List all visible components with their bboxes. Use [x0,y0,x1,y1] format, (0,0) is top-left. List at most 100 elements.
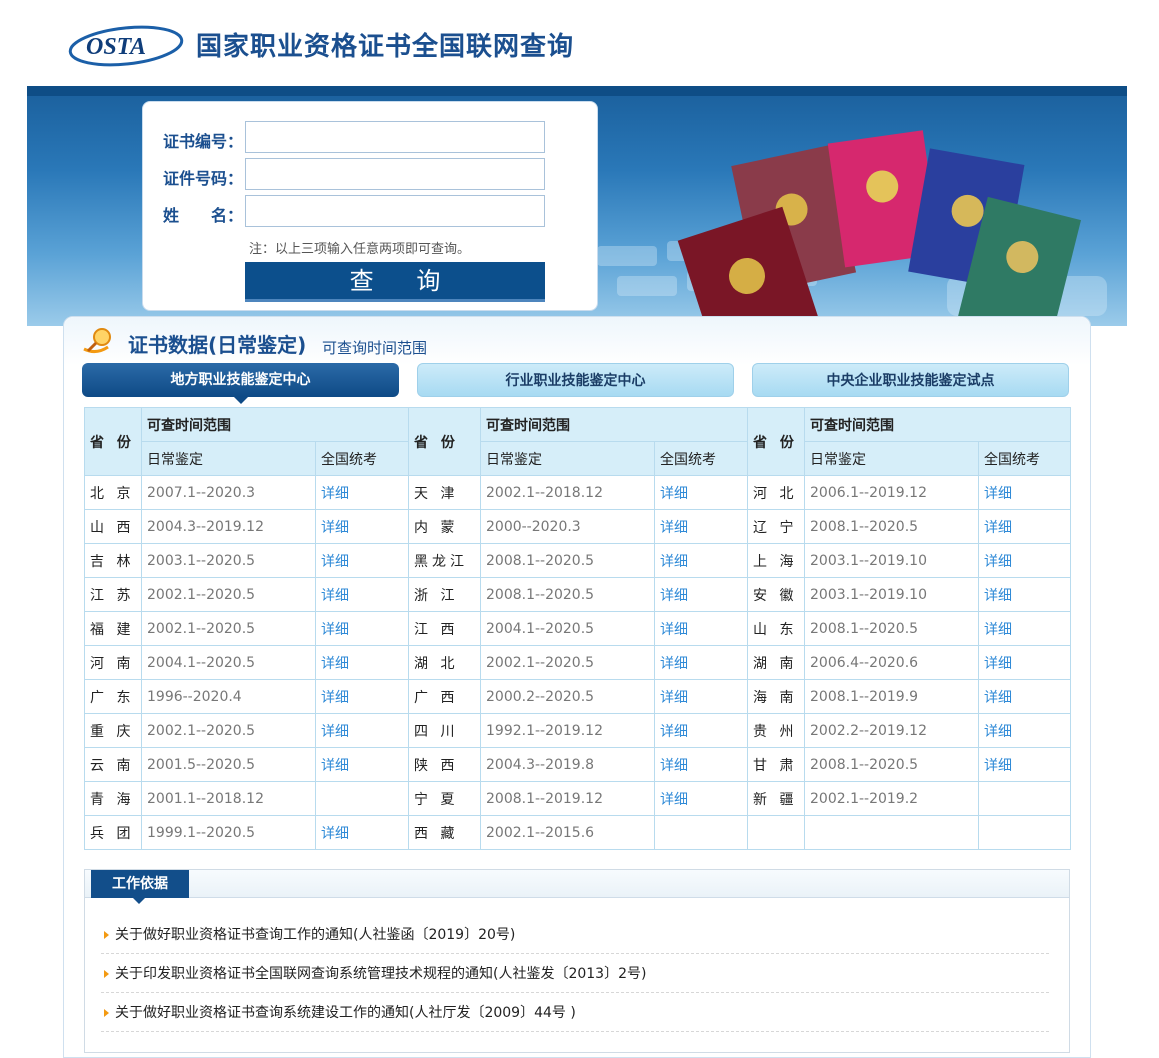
table-body: 北 京 2007.1--2020.3 详细天 津 2002.1--2018.12 详细河… [84,475,1071,850]
detail-link[interactable]: 详细 [978,509,1071,544]
detail-link[interactable]: 详细 [654,747,748,782]
province-header: 省 份 [84,407,142,476]
daily-range-cell: 2002.1--2015.6 [480,815,655,850]
daily-range-cell: 2003.1--2019.10 [804,577,979,612]
daily-header: 日常鉴定 [141,441,316,476]
daily-range-cell: 2004.1--2020.5 [141,645,316,680]
province-cell: 山 东 [747,611,805,646]
detail-link[interactable]: 详细 [315,679,409,714]
daily-range-cell: 2004.3--2019.12 [141,509,316,544]
detail-link [315,781,409,816]
daily-range-cell: 1992.1--2019.12 [480,713,655,748]
table-row: 重 庆 2002.1--2020.5 详细四 川 1992.1--2019.12 详细贵… [84,713,1071,748]
daily-range-cell: 2003.1--2020.5 [141,543,316,578]
active-tab-pointer [234,397,248,404]
basis-link-2[interactable]: 关于印发职业资格证书全国联网查询系统管理技术规程的通知(人社鉴发〔2013〕2号… [101,955,1049,993]
id-no-input[interactable] [245,158,545,190]
table-row: 江 苏 2002.1--2020.5 详细浙 江 2008.1--2020.5 详细安 … [84,577,1071,612]
daily-range-cell: 1996--2020.4 [141,679,316,714]
detail-link[interactable]: 详细 [654,645,748,680]
national-header: 全国统考 [978,441,1071,476]
detail-link[interactable]: 详细 [654,543,748,578]
detail-link[interactable]: 详细 [315,577,409,612]
table-row: 兵 团 1999.1--2020.5 详细西 藏 2002.1--2015.6 [84,815,1071,850]
detail-link[interactable]: 详细 [978,713,1071,748]
query-range-table: 省 份 可查时间范围 省 份 可查时间范围 省 份 可查时间范围 日常鉴定 全国… [84,407,1071,850]
detail-link[interactable]: 详细 [978,577,1071,612]
province-cell: 贵 州 [747,713,805,748]
detail-link [654,815,748,850]
daily-range-cell: 2000.2--2020.5 [480,679,655,714]
province-cell [747,815,805,850]
tab-local-centers[interactable]: 地方职业技能鉴定中心 [82,363,399,397]
detail-link[interactable]: 详细 [315,611,409,646]
tab-central-enterprise-pilots[interactable]: 中央企业职业技能鉴定试点 [752,363,1069,397]
daily-range-cell: 2002.1--2020.5 [480,645,655,680]
detail-link[interactable]: 详细 [654,475,748,510]
detail-link[interactable]: 详细 [315,713,409,748]
province-cell: 甘 肃 [747,747,805,782]
table-subheader-row: 日常鉴定 全国统考 日常鉴定 全国统考 日常鉴定 全国统考 [85,441,1071,476]
detail-link[interactable]: 详细 [654,781,748,816]
daily-range-cell: 2008.1--2020.5 [804,611,979,646]
detail-link[interactable]: 详细 [978,543,1071,578]
daily-range-cell: 2006.1--2019.12 [804,475,979,510]
table-row: 广 东 1996--2020.4 详细广 西 2000.2--2020.5 详细海 南2… [84,679,1071,714]
detail-link[interactable]: 详细 [978,679,1071,714]
bullet-arrow-icon [104,1009,109,1017]
province-cell: 江 西 [408,611,481,646]
table-row: 福 建 2002.1--2020.5 详细江 西 2004.1--2020.5 详细山 … [84,611,1071,646]
daily-range-cell: 2007.1--2020.3 [141,475,316,510]
detail-link[interactable]: 详细 [654,577,748,612]
certificates-illustration [597,130,1107,326]
national-header: 全国统考 [315,441,409,476]
detail-link[interactable]: 详细 [654,713,748,748]
table-row: 河 南 2004.1--2020.5 详细湖 北 2002.1--2020.5 详细湖 … [84,645,1071,680]
province-cell: 云 南 [84,747,142,782]
province-cell: 福 建 [84,611,142,646]
detail-link[interactable]: 详细 [315,747,409,782]
detail-link[interactable]: 详细 [654,679,748,714]
daily-range-cell: 2000--2020.3 [480,509,655,544]
detail-link[interactable]: 详细 [978,747,1071,782]
daily-range-cell: 2001.5--2020.5 [141,747,316,782]
detail-link[interactable]: 详细 [315,543,409,578]
detail-link[interactable]: 详细 [978,645,1071,680]
detail-link[interactable]: 详细 [315,475,409,510]
province-cell: 江 苏 [84,577,142,612]
section-subtitle: 可查询时间范围 [322,339,428,357]
query-button[interactable]: 查 询 [245,262,545,302]
detail-link[interactable]: 详细 [315,645,409,680]
province-cell: 广 东 [84,679,142,714]
province-cell: 上 海 [747,543,805,578]
daily-range-cell: 2008.1--2019.12 [480,781,655,816]
section-title: 证书数据(日常鉴定) [128,333,307,357]
province-cell: 湖 北 [408,645,481,680]
province-cell: 辽 宁 [747,509,805,544]
daily-header: 日常鉴定 [804,441,979,476]
detail-link[interactable]: 详细 [978,475,1071,510]
detail-link[interactable]: 详细 [654,509,748,544]
name-input[interactable] [245,195,545,227]
province-cell: 海 南 [747,679,805,714]
daily-range-cell: 2008.1--2019.9 [804,679,979,714]
detail-link [978,781,1071,816]
basis-link-1[interactable]: 关于做好职业资格证书查询工作的通知(人社鉴函〔2019〕20号) [101,916,1049,954]
cert-no-input[interactable] [245,121,545,153]
site-header: OSTA 国家职业资格证书全国联网查询 [0,0,1159,86]
daily-range-cell: 2002.1--2019.2 [804,781,979,816]
detail-link[interactable]: 详细 [315,815,409,850]
id-no-label: 证件号码： [163,169,244,188]
province-cell: 宁 夏 [408,781,481,816]
main-panel: 证书数据(日常鉴定) 可查询时间范围 地方职业技能鉴定中心 行业职业技能鉴定中心… [63,316,1091,1058]
osta-logo: OSTA [68,25,184,67]
province-cell: 重 庆 [84,713,142,748]
work-basis-title: 工作依据 [91,870,189,898]
detail-link[interactable]: 详细 [654,611,748,646]
detail-link[interactable]: 详细 [978,611,1071,646]
table-row: 云 南 2001.5--2020.5 详细陕 西 2004.3--2019.8 详细甘 … [84,747,1071,782]
detail-link[interactable]: 详细 [315,509,409,544]
tab-industry-centers[interactable]: 行业职业技能鉴定中心 [417,363,734,397]
province-cell: 内 蒙 [408,509,481,544]
basis-link-3[interactable]: 关于做好职业资格证书查询系统建设工作的通知(人社厅发〔2009〕44号 ) [101,994,1049,1032]
